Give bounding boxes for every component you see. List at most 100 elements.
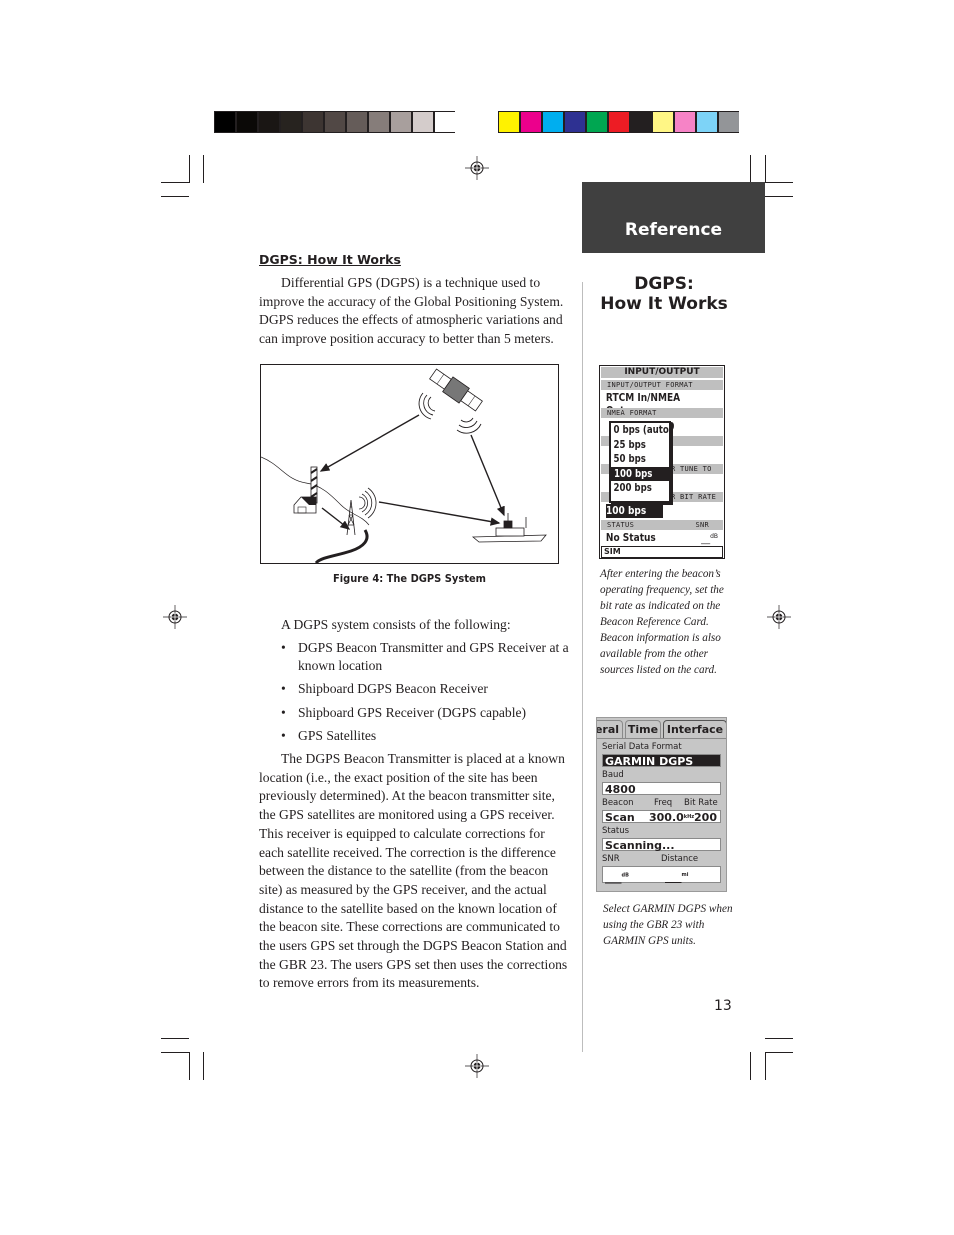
coastline-shore (314, 529, 369, 565)
bit-rate-label: Bit Rate (684, 798, 718, 808)
menu-option-selected[interactable]: 100 bps (611, 466, 669, 481)
crop-mark (203, 155, 204, 183)
freq-unit: kHz (683, 814, 695, 820)
ship-icon (471, 513, 547, 543)
tab-time[interactable]: Time (625, 720, 661, 738)
crop-mark (765, 155, 766, 183)
distance-value: ___mi (665, 867, 688, 886)
status-snr-header: STATUS SNR (601, 520, 723, 530)
color-swatch (543, 112, 563, 132)
caption-bit-rate: After entering the beacon’s operating fr… (600, 568, 724, 676)
color-swatch (609, 112, 629, 132)
intro-text: Differential GPS (DGPS) is a technique u… (259, 275, 564, 347)
distance-dashes: ___ (665, 870, 682, 884)
color-swatch (565, 112, 585, 132)
sim-status-bar: SIM (601, 546, 723, 558)
snr-dashes: ___ (605, 870, 622, 884)
crop-mark (750, 1052, 751, 1080)
menu-option[interactable]: 25 bps (611, 438, 659, 453)
status-value: No Status (605, 531, 656, 544)
registration-mark-icon (767, 605, 791, 629)
crop-mark (765, 1052, 766, 1080)
gray-swatch (281, 112, 301, 132)
menu-option[interactable]: 0 bps (auto) (611, 423, 672, 438)
menu-option[interactable]: 50 bps (611, 452, 659, 467)
list-item: Shipboard GPS Receiver (DGPS capable) (281, 704, 571, 723)
beacon-station-icon (293, 466, 318, 514)
status-label: STATUS (607, 521, 635, 529)
satellite-icon (429, 368, 483, 412)
reference-tab: Reference (582, 182, 765, 253)
gray-swatch (391, 112, 411, 132)
crop-mark (750, 155, 751, 183)
distance-label: Distance (661, 854, 699, 864)
color-swatch (653, 112, 673, 132)
gray-swatch (369, 112, 389, 132)
side-title-line2: How It Works (600, 294, 728, 314)
snr-label: SNR (695, 521, 709, 529)
registration-mark-icon (163, 605, 187, 629)
gray-swatch (435, 112, 455, 132)
registration-mark-icon (465, 1054, 489, 1078)
crop-mark (203, 1052, 204, 1080)
freq-field[interactable]: 300.0kHz (649, 811, 694, 824)
baud-field[interactable]: 4800 (602, 782, 721, 796)
gray-swatch (259, 112, 279, 132)
arrow-satellite-to-beacon (319, 414, 420, 472)
snr-unit: dB (621, 872, 629, 878)
registration-mark-icon (465, 156, 489, 180)
baud-label: Baud (602, 770, 624, 780)
body-text: The DGPS Beacon Transmitter is placed at… (259, 751, 568, 991)
snr-distance-row: ___dB ___mi (602, 866, 721, 886)
gray-swatch (325, 112, 345, 132)
color-swatch (499, 112, 519, 132)
nmea-format-label: NMEA FORMAT (601, 408, 723, 418)
snr-unit: dB (710, 533, 718, 540)
gray-swatch (347, 112, 367, 132)
list-item: GPS Satellites (281, 727, 571, 746)
tab-underline (597, 738, 726, 739)
color-swatch (719, 112, 739, 132)
serial-format-field[interactable]: GARMIN DGPS (602, 754, 721, 768)
side-title: DGPS: How It Works (582, 274, 746, 314)
tab-general[interactable]: eral (597, 720, 623, 738)
radio-tower-icon (346, 487, 377, 536)
beacon-label: Beacon (602, 798, 634, 808)
color-swatch (675, 112, 695, 132)
crop-mark (765, 196, 793, 197)
screen-title: INPUT/OUTPUT (601, 367, 723, 378)
serial-format-label: Serial Data Format (602, 742, 682, 752)
status-label: Status (602, 826, 630, 836)
arrow-beacon-to-tower (321, 507, 351, 530)
freq-label: Freq (654, 798, 673, 808)
color-swatch (697, 112, 717, 132)
component-list: A DGPS system consists of the following:… (281, 616, 571, 750)
distance-unit: mi (681, 872, 689, 878)
crop-mark (189, 155, 190, 183)
section-heading: DGPS: How It Works (259, 252, 401, 267)
crop-mark (161, 196, 189, 197)
gray-swatch (303, 112, 323, 132)
bit-rate-value[interactable]: 100 bps (606, 504, 663, 518)
tab-interface[interactable]: Interface (663, 720, 726, 738)
status-field: Scanning... (602, 838, 721, 852)
io-format-label: INPUT/OUTPUT FORMAT (601, 380, 723, 390)
menu-option-selected-text: 100 bps (614, 467, 653, 480)
bit-rate-field[interactable]: 200 (694, 811, 717, 824)
beacon-mode-field[interactable]: Scan (605, 811, 635, 824)
beacon-row: Scan 300.0kHz 200 (602, 810, 721, 824)
column-divider (582, 282, 583, 1052)
caption-garmin-dgps: Select GARMIN DGPS when using the GBR 23… (603, 903, 733, 947)
snr-dashes: __ (701, 535, 711, 545)
bit-rate-value-text: 100 bps (606, 504, 647, 517)
list-lead: A DGPS system consists of the following: (281, 617, 511, 632)
color-swatch (521, 112, 541, 132)
menu-option[interactable]: 200 bps (611, 481, 659, 496)
color-swatch (587, 112, 607, 132)
list-item: DGPS Beacon Transmitter and GPS Receiver… (281, 639, 571, 676)
snr-label: SNR (602, 854, 620, 864)
gray-swatch (215, 112, 235, 132)
figure-caption: Figure 4: The DGPS System (332, 572, 486, 585)
crop-mark (189, 1052, 190, 1080)
freq-value: 300.0 (649, 811, 684, 824)
